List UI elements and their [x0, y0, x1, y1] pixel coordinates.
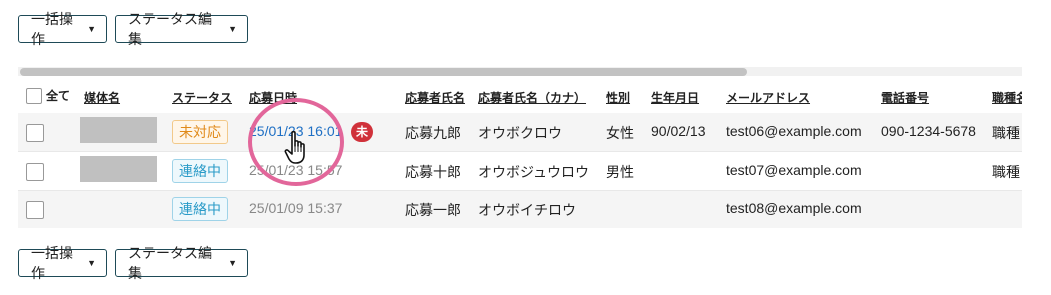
header-applicant-kana[interactable]: 応募者氏名（カナ） [478, 89, 586, 106]
header-job-name[interactable]: 職種名 [992, 89, 1022, 106]
header-gender[interactable]: 性別 [606, 89, 630, 106]
header-applied-at[interactable]: 応募日時 [249, 89, 297, 106]
caret-down-icon: ▼ [228, 258, 237, 268]
applicant-name: 応募九郎 [405, 125, 461, 141]
row-checkbox[interactable] [26, 124, 44, 142]
birthdate: 90/02/13 [651, 123, 706, 139]
gender: 女性 [606, 125, 634, 141]
horizontal-scrollbar-thumb[interactable] [20, 68, 747, 76]
bulk-action-button-bottom[interactable]: 一括操作 ▼ [18, 245, 107, 281]
unread-badge: 未 [351, 122, 373, 142]
header-select-all: 全て [46, 89, 71, 103]
select-all-checkbox[interactable] [26, 88, 42, 104]
caret-down-icon: ▼ [87, 24, 96, 34]
status-badge[interactable]: 未対応 [172, 120, 228, 144]
table-row[interactable]: 連絡中 25/01/09 15:37 応募一郎 オウボイチロウ test08@e… [18, 191, 1022, 228]
hand-pointer-icon [284, 130, 305, 164]
row-checkbox[interactable] [26, 201, 44, 219]
status-badge[interactable]: 連絡中 [172, 159, 228, 183]
table-header-row: 全て 媒体名 ステータス 応募日時 応募者氏名 応募者氏名（カナ） 性別 生年月… [18, 79, 1022, 114]
header-birthdate[interactable]: 生年月日 [651, 89, 699, 106]
header-applicant-name[interactable]: 応募者氏名 [405, 89, 465, 106]
bulk-action-label: 一括操作 [31, 11, 73, 47]
applicant-kana: オウボクロウ [478, 125, 562, 141]
status-badge[interactable]: 連絡中 [172, 197, 228, 221]
applicant-name: 応募一郎 [405, 202, 461, 218]
caret-down-icon: ▼ [228, 24, 237, 34]
email: test07@example.com [726, 162, 862, 178]
job-name: 職種 [992, 164, 1020, 180]
caret-down-icon: ▼ [87, 258, 96, 268]
status-edit-label: ステータス編集 [128, 245, 212, 281]
applicant-kana: オウボイチロウ [478, 202, 576, 218]
email: test08@example.com [726, 200, 862, 216]
job-name: 職種 [992, 125, 1020, 141]
media-logo-image [80, 117, 157, 143]
status-edit-button-top[interactable]: ステータス編集 ▼ [115, 11, 248, 47]
header-phone[interactable]: 電話番号 [881, 89, 929, 106]
row-checkbox[interactable] [26, 163, 44, 181]
phone: 090-1234-5678 [881, 123, 976, 139]
status-edit-label: ステータス編集 [128, 11, 212, 47]
applied-datetime[interactable]: 25/01/09 15:37 [249, 200, 342, 216]
email: test06@example.com [726, 123, 862, 139]
table-row[interactable]: 連絡中 25/01/23 15:57 応募十郎 オウボジュウロウ 男性 test… [18, 152, 1022, 191]
bulk-action-button-top[interactable]: 一括操作 ▼ [18, 11, 107, 47]
applicant-kana: オウボジュウロウ [478, 164, 590, 180]
status-edit-button-bottom[interactable]: ステータス編集 ▼ [115, 245, 248, 281]
header-email[interactable]: メールアドレス [726, 89, 810, 106]
header-status[interactable]: ステータス [172, 89, 232, 106]
applicant-name: 応募十郎 [405, 164, 461, 180]
bulk-action-label: 一括操作 [31, 245, 73, 281]
header-media-name[interactable]: 媒体名 [84, 89, 120, 106]
media-logo-image [80, 156, 157, 182]
gender: 男性 [606, 164, 634, 180]
applicant-table: 全て 媒体名 ステータス 応募日時 応募者氏名 応募者氏名（カナ） 性別 生年月… [18, 79, 1022, 228]
table-row[interactable]: 未対応 25/01/23 16:01 未 応募九郎 オウボクロウ 女性 90/0… [18, 113, 1022, 152]
